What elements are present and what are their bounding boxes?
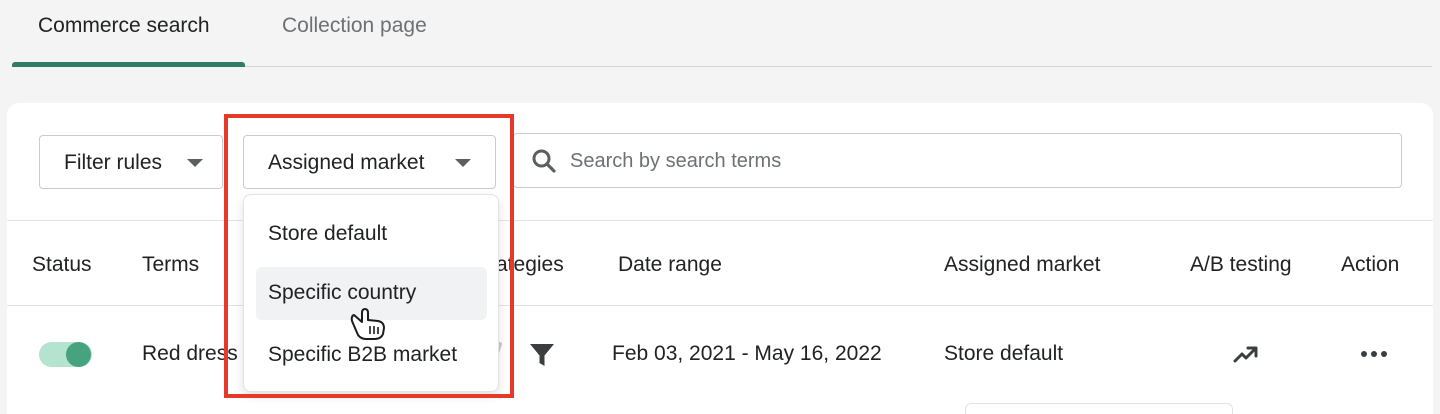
search-field[interactable] xyxy=(513,133,1402,188)
trending-up-icon[interactable] xyxy=(1233,344,1259,364)
hand-pointer-cursor-icon xyxy=(350,308,385,340)
row-date-range: Feb 03, 2021 - May 16, 2022 xyxy=(612,342,882,365)
header-strategies: ategies xyxy=(496,253,564,276)
assigned-market-dropdown: Store default Specific country Specific … xyxy=(243,194,499,392)
header-divider xyxy=(7,305,1433,306)
tab-commerce-search[interactable]: Commerce search xyxy=(38,14,210,38)
caret-down-icon xyxy=(187,159,203,167)
assigned-market-button[interactable]: Assigned market xyxy=(243,135,496,189)
option-label: Store default xyxy=(268,222,388,245)
header-ab-testing: A/B testing xyxy=(1190,253,1292,276)
filter-funnel-icon xyxy=(530,344,554,366)
filter-rules-button[interactable]: Filter rules xyxy=(39,135,223,189)
assigned-market-label: Assigned market xyxy=(268,151,425,174)
option-label: Specific B2B market xyxy=(268,343,458,366)
table-top-divider xyxy=(7,220,1433,221)
tab-collection-page[interactable]: Collection page xyxy=(282,14,427,38)
caret-down-icon xyxy=(455,159,471,167)
option-store-default[interactable]: Store default xyxy=(256,208,487,261)
row-terms: Red dress xyxy=(142,342,238,365)
search-icon xyxy=(532,149,556,173)
more-horizontal-icon[interactable] xyxy=(1360,349,1388,359)
filter-rules-label: Filter rules xyxy=(64,151,163,174)
header-action: Action xyxy=(1341,253,1400,276)
popover-edge xyxy=(965,403,1233,414)
active-tab-indicator xyxy=(12,62,245,67)
tabs-bar: Commerce search Collection page xyxy=(0,0,1440,67)
toggle-knob xyxy=(66,342,91,367)
status-toggle[interactable] xyxy=(39,342,92,367)
header-status: Status xyxy=(32,253,92,276)
header-date-range: Date range xyxy=(618,253,722,276)
option-label: Specific country xyxy=(268,281,417,304)
header-terms: Terms xyxy=(142,253,200,276)
row-assigned-market: Store default xyxy=(944,342,1064,365)
header-assigned-market: Assigned market xyxy=(944,253,1101,276)
search-input[interactable] xyxy=(570,146,1370,176)
